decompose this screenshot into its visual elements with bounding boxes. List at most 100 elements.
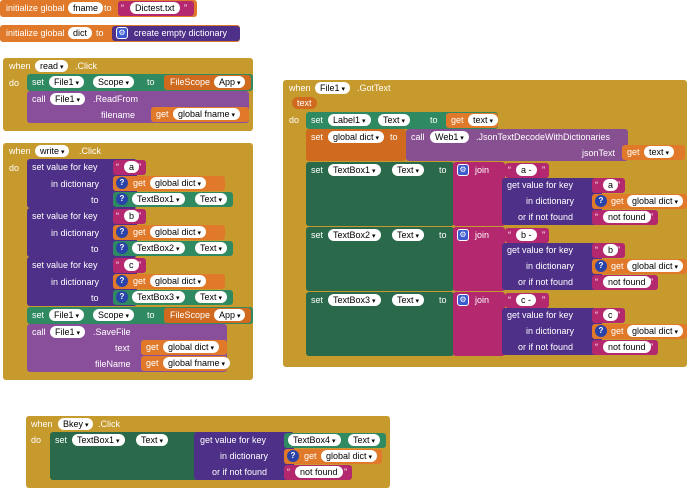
not-found-value[interactable]: not found <box>295 466 343 478</box>
var-dropdown[interactable]: global dict <box>328 131 384 143</box>
text-key-block[interactable]: “ c ” <box>592 308 625 323</box>
call-savefile-block[interactable]: call File1 .SaveFile text fileName get g… <box>27 324 231 372</box>
text-prop-dropdown[interactable]: Text <box>195 193 227 205</box>
not-found-value[interactable]: not found <box>603 341 651 353</box>
key-value[interactable]: a <box>603 179 619 191</box>
get-global-dict-block[interactable]: ? get global dict <box>113 225 225 240</box>
textbox-dropdown[interactable]: TextBox1 <box>132 193 185 205</box>
file-component-dropdown[interactable]: File1 <box>49 76 84 88</box>
text-prop-dropdown[interactable]: Text <box>195 242 227 254</box>
set-textbox-text-block[interactable]: set TextBox3 Text to <box>306 292 454 356</box>
create-empty-dictionary-block[interactable]: ⚙ create empty dictionary <box>112 26 240 41</box>
help-icon[interactable]: ? <box>116 275 128 287</box>
var-dropdown[interactable]: global dict <box>150 226 206 238</box>
text-prop-dropdown[interactable]: Text <box>392 294 424 306</box>
var-dropdown[interactable]: global dict <box>150 177 206 189</box>
help-icon[interactable]: ? <box>287 450 299 462</box>
set-label-text-block[interactable]: set Label1 Text to get text <box>306 112 498 129</box>
key-value[interactable]: b <box>124 210 140 222</box>
init-global-dict-block[interactable]: initialize global dict to ⚙ create empty… <box>0 25 240 42</box>
write-component-dropdown[interactable]: write <box>35 145 70 157</box>
event-file1-gottext[interactable]: when File1 .GotText text do set Label1 T… <box>283 80 687 367</box>
text-key-block[interactable]: “ c ” <box>113 258 146 273</box>
gottext-component-dropdown[interactable]: File1 <box>315 82 350 94</box>
key-value[interactable]: c <box>603 309 618 321</box>
var-dropdown[interactable]: global dict <box>627 325 683 337</box>
text-key-block[interactable]: “ a ” <box>113 160 146 175</box>
web-component-dropdown[interactable]: Web1 <box>430 131 469 143</box>
get-global-dict-block[interactable]: ? get global dict <box>113 274 225 289</box>
event-param-text[interactable]: text <box>292 97 317 109</box>
var-dropdown[interactable]: global fname <box>163 357 231 369</box>
var-dropdown[interactable]: global dict <box>627 195 683 207</box>
label-component-dropdown[interactable]: Label1 <box>328 114 371 126</box>
get-global-dict-block[interactable]: ? get global dict <box>284 449 382 464</box>
text-not-found-block[interactable]: “ not found ” <box>592 340 658 355</box>
prefix-value[interactable]: a - <box>516 164 537 176</box>
set-textbox-text-block[interactable]: set TextBox1 Text to <box>306 162 454 226</box>
var-dropdown[interactable]: text <box>644 146 674 158</box>
filescope-block[interactable]: FileScope App <box>164 308 251 323</box>
fname-value[interactable]: Dictest.txt <box>130 2 180 14</box>
prefix-value[interactable]: c - <box>516 294 536 306</box>
file-component-dropdown[interactable]: File1 <box>49 309 84 321</box>
get-text-block[interactable]: get text <box>622 145 685 160</box>
var-dropdown[interactable]: global dict <box>163 341 219 353</box>
call-web-json-decode-block[interactable]: call Web1 .JsonTextDecodeWithDictionarie… <box>406 129 628 161</box>
set-file-scope-block[interactable]: set File1 Scope to FileScope App <box>27 307 253 324</box>
scope-property-dropdown[interactable]: Scope <box>93 76 134 88</box>
text-key-block[interactable]: “ b ” <box>592 243 625 258</box>
gear-icon[interactable]: ⚙ <box>457 294 469 306</box>
get-global-dict-block[interactable]: ? get global dict <box>592 259 687 274</box>
event-bkey-click[interactable]: when Bkey .Click do set TextBox1 Text to… <box>26 416 390 488</box>
get-global-fname-block[interactable]: get global fname <box>141 356 231 371</box>
get-global-dict-block[interactable]: ? get global dict <box>592 194 687 209</box>
get-value-for-key-block[interactable]: get value for key in dictionary or if no… <box>194 432 294 480</box>
text-not-found-block[interactable]: “ not found ” <box>592 275 658 290</box>
dict-var-name[interactable]: dict <box>68 27 93 39</box>
key-value[interactable]: b <box>603 244 619 256</box>
textbox4-text-getter[interactable]: TextBox4 Text <box>284 433 386 448</box>
set-textbox-text-block[interactable]: set TextBox2 Text to <box>306 227 454 291</box>
help-icon[interactable]: ? <box>116 242 128 254</box>
get-value-for-key-block[interactable]: get value for key in dictionary or if no… <box>502 243 602 290</box>
var-dropdown[interactable]: global dict <box>150 275 206 287</box>
textbox-text-getter[interactable]: ? TextBox1 Text <box>113 192 233 207</box>
filescope-value-dropdown[interactable]: App <box>214 76 246 88</box>
gear-icon[interactable]: ⚙ <box>457 164 469 176</box>
get-global-dict-block[interactable]: get global dict <box>141 340 227 355</box>
text-prop-dropdown[interactable]: Text <box>392 164 424 176</box>
init-global-fname-block[interactable]: initialize global fname to “ Dictest.txt… <box>0 0 197 17</box>
textbox-dropdown[interactable]: TextBox3 <box>328 294 381 306</box>
textbox-dropdown[interactable]: TextBox1 <box>328 164 381 176</box>
set-file-scope-block[interactable]: set File1 Scope to FileScope App <box>27 74 253 91</box>
key-value[interactable]: c <box>124 259 139 271</box>
text-prop-dropdown[interactable]: Text <box>392 229 424 241</box>
textbox-dropdown[interactable]: TextBox2 <box>328 229 381 241</box>
textbox-dropdown[interactable]: TextBox4 <box>288 434 341 446</box>
text-key-block[interactable]: “ a ” <box>592 178 625 193</box>
help-icon[interactable]: ? <box>116 291 128 303</box>
text-prop-dropdown[interactable]: Text <box>136 434 168 446</box>
var-dropdown[interactable]: global fname <box>173 108 241 120</box>
text-prefix-block[interactable]: “ c - ” <box>505 293 549 308</box>
key-value[interactable]: a <box>124 161 140 173</box>
help-icon[interactable]: ? <box>116 226 128 238</box>
var-dropdown[interactable]: global dict <box>627 260 683 272</box>
help-icon[interactable]: ? <box>595 260 607 272</box>
bkey-component-dropdown[interactable]: Bkey <box>58 418 94 430</box>
join-block[interactable]: ⚙ join <box>453 227 505 291</box>
get-text-block[interactable]: get text <box>446 113 498 128</box>
text-key-block[interactable]: “ b ” <box>113 209 146 224</box>
join-block[interactable]: ⚙ join <box>453 292 505 356</box>
get-global-dict-block[interactable]: ? get global dict <box>113 176 225 191</box>
scope-property-dropdown[interactable]: Scope <box>93 309 134 321</box>
text-prefix-block[interactable]: “ b - ” <box>505 228 549 243</box>
text-not-found-block[interactable]: “ not found ” <box>284 465 352 480</box>
file-component-dropdown[interactable]: File1 <box>50 326 85 338</box>
get-value-for-key-block[interactable]: get value for key in dictionary or if no… <box>502 308 602 355</box>
filescope-value-dropdown[interactable]: App <box>214 309 246 321</box>
not-found-value[interactable]: not found <box>603 211 651 223</box>
help-icon[interactable]: ? <box>595 195 607 207</box>
help-icon[interactable]: ? <box>595 325 607 337</box>
